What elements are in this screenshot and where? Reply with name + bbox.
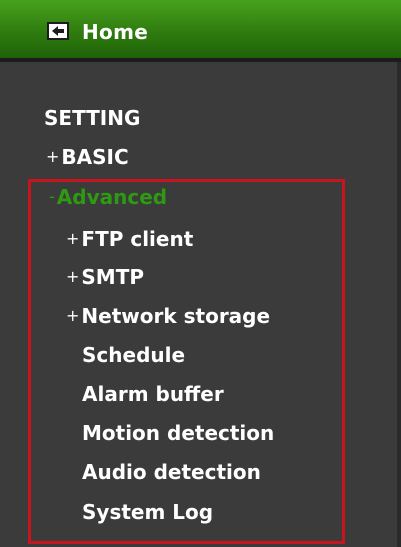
back-arrow-icon-svg (52, 26, 64, 36)
setting-title: SETTING (44, 106, 141, 130)
expand-plus-icon: + (66, 267, 80, 286)
menu-item-advanced-label: Advanced (56, 185, 168, 209)
menu-item-audio-detection[interactable]: Audio detection (82, 460, 261, 484)
menu-item-schedule[interactable]: Schedule (82, 343, 185, 367)
menu-item-network-storage[interactable]: + Network storage (66, 304, 270, 330)
menu-item-basic-label: BASIC (61, 145, 129, 169)
menu-item-advanced[interactable]: - Advanced (49, 185, 167, 211)
menu-item-audio-detection-label: Audio detection (82, 460, 261, 484)
menu-item-system-log[interactable]: System Log (82, 500, 213, 524)
expand-plus-icon: + (66, 229, 80, 248)
header-bar: Home (0, 0, 401, 62)
expand-plus-icon: + (66, 306, 80, 325)
menu-item-motion-detection[interactable]: Motion detection (82, 421, 274, 445)
menu-item-alarm-buffer-label: Alarm buffer (82, 382, 224, 406)
menu-item-network-storage-label: Network storage (81, 304, 271, 328)
menu-item-ftp-client[interactable]: + FTP client (66, 227, 193, 253)
menu-item-system-log-label: System Log (82, 500, 214, 524)
menu-item-smtp-label: SMTP (81, 265, 145, 289)
expand-plus-icon: + (46, 147, 60, 166)
menu-item-schedule-label: Schedule (82, 343, 186, 367)
menu-item-ftp-client-label: FTP client (81, 227, 194, 251)
menu-item-motion-detection-label: Motion detection (82, 421, 275, 445)
menu-item-smtp[interactable]: + SMTP (66, 265, 144, 291)
home-link[interactable]: Home (82, 20, 148, 44)
collapse-minus-icon: - (49, 187, 55, 206)
menu-item-basic[interactable]: + BASIC (46, 145, 129, 171)
back-arrow-icon[interactable] (47, 22, 69, 40)
menu-item-alarm-buffer[interactable]: Alarm buffer (82, 382, 224, 406)
panel-edge (397, 62, 401, 547)
